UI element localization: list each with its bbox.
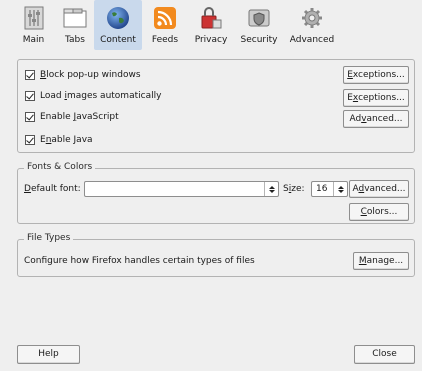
preferences-toolbar: Main Tabs Content Feeds Privacy Security… [0,0,422,52]
fonts-colors-panel: Fonts & Colors Default font: Size: 16 Ad… [17,162,415,224]
tabs-icon [61,4,89,32]
fonts-colors-legend: Fonts & Colors [24,162,96,172]
tab-main[interactable]: Main [11,0,56,50]
tab-tabs-label: Tabs [65,35,85,45]
load-images-label: Load images automatically [40,91,162,101]
tab-feeds-label: Feeds [151,35,179,45]
tab-feeds[interactable]: Feeds [142,0,188,50]
tab-privacy-label: Privacy [194,35,228,45]
font-size-spinner-icon[interactable] [333,182,347,196]
content-options-panel: Block pop-up windows Load images automat… [17,59,415,153]
gear-icon [298,4,326,32]
javascript-advanced-button[interactable]: Advanced... [343,110,409,128]
enable-java-checkbox[interactable]: Enable Java [25,133,93,147]
file-types-legend: File Types [24,233,74,243]
privacy-lock-icon [197,4,225,32]
tab-content-label: Content [100,35,136,45]
fonts-advanced-button[interactable]: Advanced... [349,180,409,198]
font-size-value: 16 [316,184,328,194]
tab-security-label: Security [240,35,278,45]
tab-security[interactable]: Security [234,0,284,50]
tab-advanced[interactable]: Advanced [284,0,340,50]
block-popups-checkbox-box[interactable] [25,70,35,80]
file-types-panel: File Types Configure how Firefox handles… [17,233,415,277]
manage-button[interactable]: Manage... [353,252,409,270]
default-font-select[interactable] [84,181,279,197]
popup-exceptions-button[interactable]: Exceptions... [343,66,409,84]
tab-advanced-label: Advanced [289,35,335,45]
tab-privacy[interactable]: Privacy [188,0,234,50]
default-font-spinner-icon[interactable] [264,182,278,196]
globe-icon [104,4,132,32]
block-popups-checkbox[interactable]: Block pop-up windows [25,68,141,82]
close-button[interactable]: Close [354,345,415,364]
main-icon [20,4,48,32]
tab-main-label: Main [22,35,45,45]
tab-content[interactable]: Content [94,0,142,50]
enable-javascript-checkbox-box[interactable] [25,112,35,122]
load-images-checkbox[interactable]: Load images automatically [25,89,161,103]
rss-feed-icon [151,4,179,32]
security-icon [245,4,273,32]
tab-tabs[interactable]: Tabs [56,0,94,50]
font-size-select[interactable]: 16 [311,181,348,197]
size-label: Size: [283,184,305,194]
enable-java-label: Enable Java [40,135,93,145]
block-popups-label: Block pop-up windows [40,70,141,80]
enable-java-checkbox-box[interactable] [25,135,35,145]
file-types-description: Configure how Firefox handles certain ty… [24,256,255,266]
help-button[interactable]: Help [17,345,80,364]
load-images-checkbox-box[interactable] [25,91,35,101]
enable-javascript-checkbox[interactable]: Enable JavaScript [25,110,119,124]
colors-button[interactable]: Colors... [349,203,409,221]
images-exceptions-button[interactable]: Exceptions... [343,89,409,107]
enable-javascript-label: Enable JavaScript [40,112,119,122]
default-font-label: Default font: [24,184,81,194]
